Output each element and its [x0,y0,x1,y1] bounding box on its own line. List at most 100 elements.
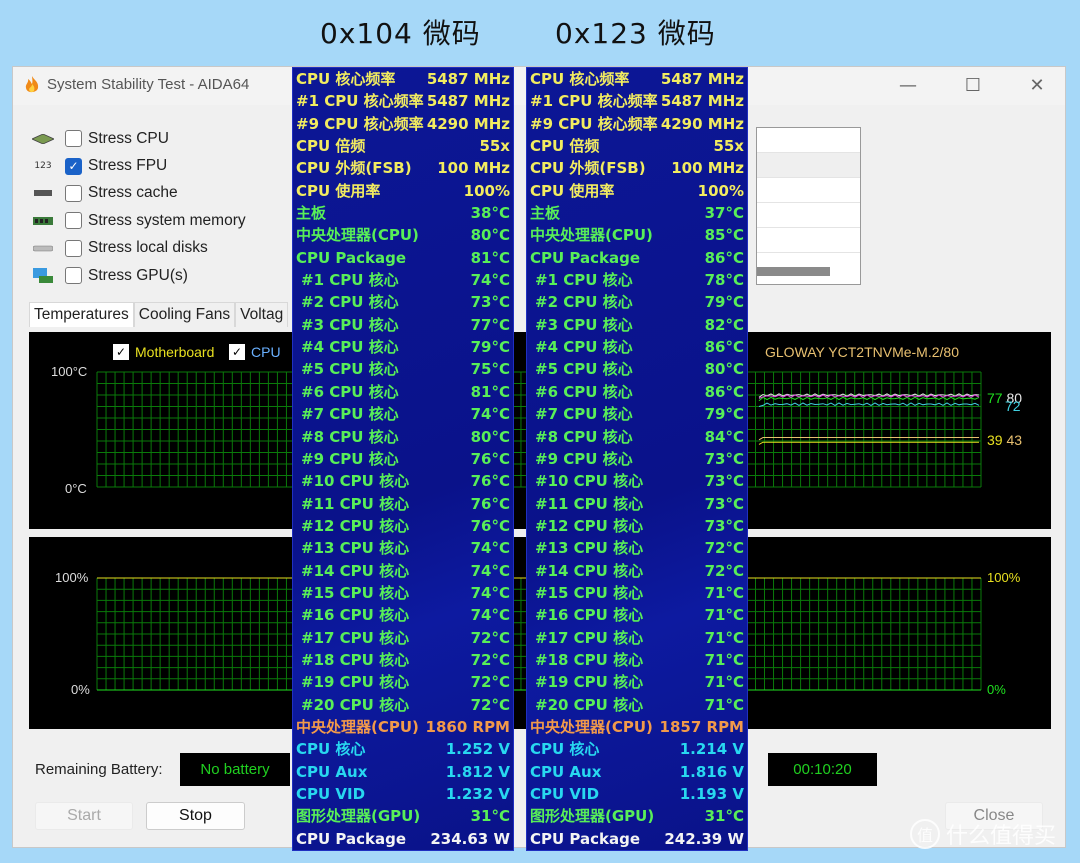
sensor-label: #9 CPU 核心频率 [296,114,424,133]
sensor-row: CPU VID 1.232 V [296,783,510,805]
sensor-label: CPU Package [530,248,641,267]
sensor-label: #2 CPU 核心 [535,293,633,312]
sensor-value: 73°C [470,293,510,312]
stress-gpu-checkbox[interactable] [65,267,82,285]
sensor-value: 1.252 V [445,740,510,759]
gpu-icon [31,267,55,284]
sensor-label: CPU 使用率 [296,181,381,200]
sensor-label: #3 CPU 核心 [301,315,399,334]
sensor-value: 72°C [470,628,510,647]
y-axis-max-label: 100°C [51,364,88,379]
sensor-value: 73°C [704,449,744,468]
sensor-panel-0x123: CPU 核心频率 5487 MHz #1 CPU 核心频率 5487 MHz #9 CP… [526,67,748,851]
sensor-row: 中央处理器(CPU) 80°C [296,224,510,246]
sensor-row: #7 CPU 核心 74°C [296,403,510,425]
stress-option-label: Stress GPU(s) [88,266,188,284]
cache-chip-icon [31,185,55,201]
stress-memory-checkbox[interactable] [65,212,82,230]
sensor-row: #1 CPU 核心 78°C [530,269,744,291]
window-close-button[interactable]: ✕ [1017,73,1057,99]
sensor-value: 5487 MHz [660,92,744,111]
sensor-row: CPU 使用率 100% [530,180,744,202]
sensor-row: #17 CPU 核心 72°C [296,627,510,649]
right-axis-min-label: 0% [987,682,1006,697]
maximize-button[interactable]: ☐ [953,73,993,99]
caption-0x104-microcode: 0x104 微码 [320,17,481,50]
legend-checkbox[interactable]: ✓ [229,344,245,360]
disk-icon [31,240,55,256]
sensor-label: #1 CPU 核心频率 [296,92,424,111]
legend-checkbox[interactable]: ✓ [113,344,129,360]
sensor-label: #14 CPU 核心 [301,561,410,580]
sensor-value: 72°C [470,673,510,692]
sensor-value: 72°C [470,695,510,714]
stress-option-cache[interactable]: Stress cache [31,180,246,207]
sensor-value: 31°C [704,807,744,826]
sensor-label: #19 CPU 核心 [535,673,644,692]
y-axis-min-label: 0°C [65,481,87,496]
sensor-row: #11 CPU 核心 76°C [296,493,510,515]
sensor-label: #1 CPU 核心 [535,271,633,290]
start-button[interactable]: Start [35,802,133,830]
sensor-label: #13 CPU 核心 [535,539,644,558]
sensor-value: 75°C [470,360,510,379]
window-title: System Stability Test - AIDA64 [47,76,250,93]
sensor-label: CPU VID [530,785,600,803]
stress-option-gpu[interactable]: Stress GPU(s) [31,262,246,289]
sensor-label: #4 CPU 核心 [535,338,633,357]
tab-temperatures[interactable]: Temperatures [29,302,134,327]
sensor-row: CPU VID 1.193 V [530,783,744,805]
right-axis-max-label: 100% [987,570,1021,585]
horizontal-scrollbar[interactable] [757,267,830,276]
sensor-row: #19 CPU 核心 72°C [296,671,510,693]
sensor-label: 中央处理器(CPU) [296,226,419,245]
tab-cooling-fans[interactable]: Cooling Fans [133,302,236,327]
sensor-value: 84°C [704,427,744,446]
sensor-label: #9 CPU 核心 [535,449,633,468]
sensor-value: 100 MHz [437,159,510,178]
status-row [757,203,860,228]
legend-label: CPU [251,344,281,360]
tab-voltages[interactable]: Voltag [235,302,289,327]
stop-button[interactable]: Stop [146,802,245,830]
stress-option-fpu[interactable]: 123 ✓ Stress FPU [31,152,246,179]
sensor-label: #4 CPU 核心 [301,338,399,357]
sensor-label: #15 CPU 核心 [301,583,410,602]
y-axis-min-label: 0% [71,682,90,697]
memory-icon [31,213,55,229]
minimize-button[interactable]: — [888,73,928,99]
stress-option-label: Stress CPU [88,129,169,147]
stress-cpu-checkbox[interactable] [65,130,82,148]
sensor-row: #3 CPU 核心 77°C [296,314,510,336]
stress-option-disks[interactable]: Stress local disks [31,235,246,262]
stress-disks-checkbox[interactable] [65,239,82,257]
sensor-value: 76°C [470,472,510,491]
readout-value: 39 [987,432,1003,448]
sensor-row: CPU Aux 1.812 V [296,761,510,783]
sensor-value: 73°C [704,494,744,513]
sensor-row: #3 CPU 核心 82°C [530,314,744,336]
stress-option-memory[interactable]: Stress system memory [31,207,246,234]
stress-cache-checkbox[interactable] [65,184,82,202]
readout-value: 43 [1006,432,1023,448]
sensor-label: 主板 [530,204,561,223]
sensor-row: #13 CPU 核心 72°C [530,537,744,559]
sensor-value: 1857 RPM [659,717,744,736]
legend-motherboard[interactable]: ✓ Motherboard [113,344,214,360]
stress-option-cpu[interactable]: Stress CPU [31,125,246,152]
sensor-label: #18 CPU 核心 [535,650,644,669]
sensor-value: 71°C [704,695,744,714]
sensor-row: #10 CPU 核心 73°C [530,470,744,492]
sensor-label: CPU 核心频率 [530,70,630,88]
legend-cpu[interactable]: ✓ CPU [229,344,281,360]
stress-fpu-checkbox[interactable]: ✓ [65,157,82,175]
watermark-text: 什么值得买 [946,824,1057,849]
sensor-row: #2 CPU 核心 79°C [530,291,744,313]
sensor-label: #16 CPU 核心 [535,606,644,625]
sensor-label: CPU 倍频 [296,137,366,156]
sensor-row: CPU 核心频率 5487 MHz [530,68,744,90]
status-row [757,128,860,153]
graph-tabs: Temperatures Cooling Fans Voltag [29,302,289,327]
sensor-row: #14 CPU 核心 72°C [530,560,744,582]
sensor-label: #7 CPU 核心 [301,405,399,424]
